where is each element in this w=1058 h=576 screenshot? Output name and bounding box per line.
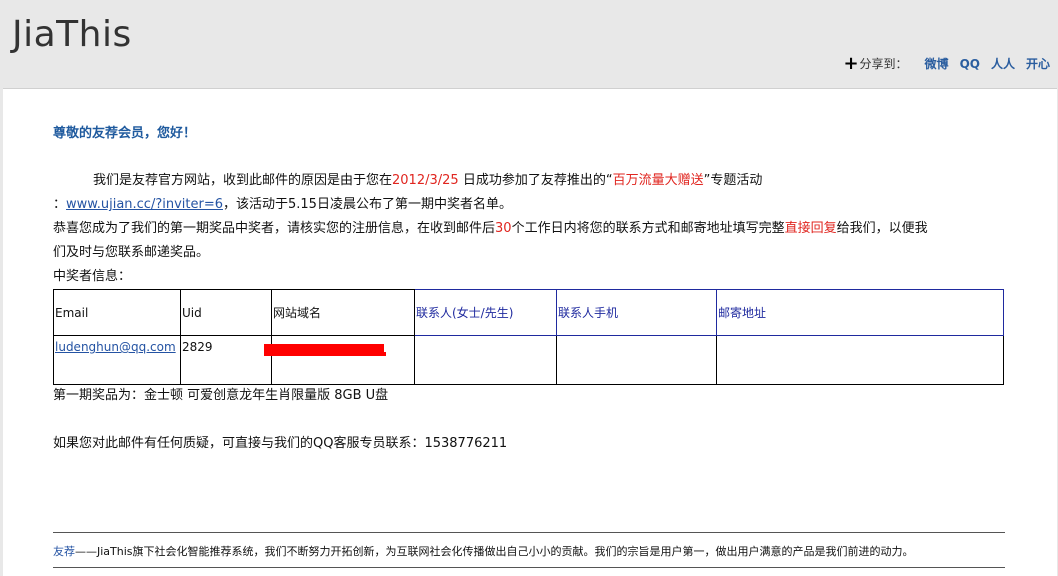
cell-uid: 2829 [180,335,272,385]
col-contact-header: 联系人(女士/先生) [414,289,557,336]
cell-domain [271,335,415,385]
p1-text-a: 我们是友荐官方网站，收到此邮件的原因是由于您在 [93,173,393,188]
cell-contact [414,335,557,385]
p3-reply: 直接回复 [784,221,837,236]
redaction-mark-bottom [264,352,386,356]
footer-description: ——JiaThis旗下社会化智能推荐系统，我们不断努力开拓创新，为互联网社会化传… [75,545,914,558]
p1-date: 2012/3/25 [392,173,459,188]
email-card: 尊敬的友荐会员，您好！ 我们是友荐官方网站，收到此邮件的原因是由于您在2012/… [3,88,1057,576]
p3-text-c: 给我们，以便我 [836,221,928,236]
table-header-row: Email Uid 网站域名 联系人(女士/先生) 联系人手机 邮寄地址 [53,289,1004,336]
paragraph-2: ：www.ujian.cc/?inviter=6，该活动于5.15日凌晨公布了第… [53,193,512,217]
p3-days: 30 [495,221,512,236]
col-address-header: 邮寄地址 [716,289,1004,336]
share-kaixin-link[interactable]: 开心 [1026,55,1050,72]
paragraph-1: 我们是友荐官方网站，收到此邮件的原因是由于您在2012/3/25 日成功参加了友… [93,169,762,193]
col-phone-header: 联系人手机 [556,289,717,336]
p1-text-b: 日成功参加了友荐推出的“ [458,173,613,188]
footer-text: 友荐——JiaThis旗下社会化智能推荐系统，我们不断努力开拓创新，为互联网社会… [53,543,914,559]
invite-link[interactable]: www.ujian.cc/?inviter=6 [66,197,223,212]
p3-text-a: 恭喜您成为了我们的第一期奖品中奖者，请核实您的注册信息，在收到邮件后 [53,221,496,236]
footer-divider-top [53,532,1005,533]
p1-campaign: 百万流量大赠送 [612,173,704,188]
footer-divider-bottom [53,567,1005,568]
p3-text-b: 个工作日内将您的联系方式和邮寄地址填写完整 [511,221,785,236]
col-domain-header: 网站域名 [271,289,415,336]
share-bar: + 分享到： 微博 QQ 人人 开心 [843,54,1050,72]
share-renren-link[interactable]: 人人 [991,55,1015,72]
p1-text-c: ”专题活动 [703,173,763,188]
share-qq-link[interactable]: QQ [960,57,980,71]
paragraph-3-cont: 们及时与您联系邮递奖品。 [53,245,210,260]
share-label: 分享到： [859,57,908,71]
winner-info-label: 中奖者信息： [53,269,132,284]
jiathis-logo[interactable]: JiaThis [12,14,132,55]
col-uid-header: Uid [180,289,272,336]
share-weibo-link[interactable]: 微博 [925,55,949,72]
cell-email[interactable]: ludenghun@qq.com [53,335,181,385]
winner-table: Email Uid 网站域名 联系人(女士/先生) 联系人手机 邮寄地址 lud… [53,289,1004,385]
cell-phone [556,335,717,385]
footer-brand[interactable]: 友荐 [53,545,75,558]
greeting: 尊敬的友荐会员，您好！ [53,126,197,141]
page-header: JiaThis + 分享到： 微博 QQ 人人 开心 [0,0,1058,88]
prize-text: 第一期奖品为：金士顿 可爱创意龙年生肖限量版 8GB U盘 [53,388,389,403]
col-email-header: Email [53,289,181,336]
paragraph-3: 恭喜您成为了我们的第一期奖品中奖者，请核实您的注册信息，在收到邮件后30个工作日… [53,217,928,241]
plus-icon[interactable]: + [843,54,858,72]
email-link[interactable]: ludenghun@qq.com [55,340,176,354]
cell-address [716,335,1004,385]
contact-text: 如果您对此邮件有任何质疑，可直接与我们的QQ客服专员联系：1538776211 [53,436,508,451]
p2-prefix: ： [53,197,67,212]
table-row: ludenghun@qq.com 2829 [53,335,1004,385]
p2-text: ，该活动于5.15日凌晨公布了第一期中奖者名单。 [223,197,512,212]
